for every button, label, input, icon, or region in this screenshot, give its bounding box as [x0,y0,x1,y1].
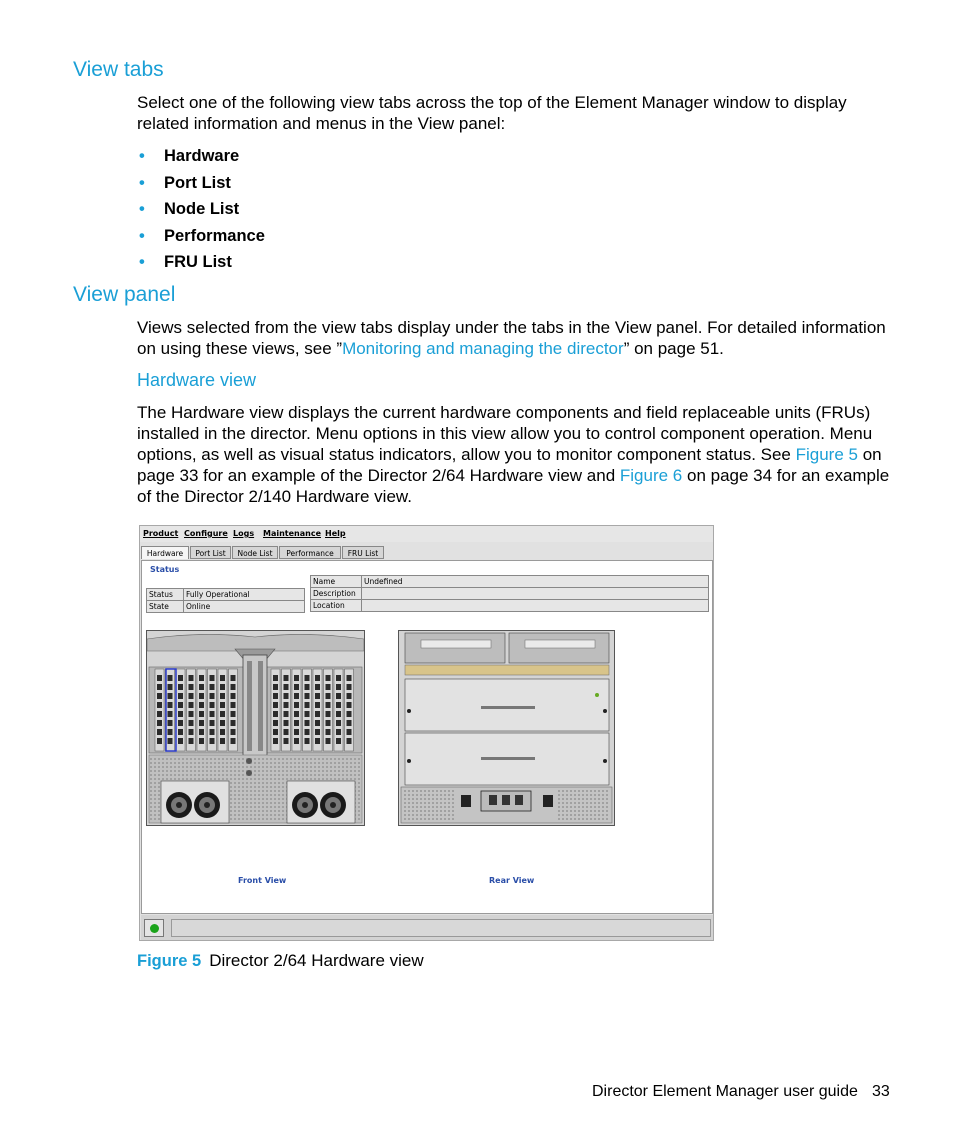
tab-hardware[interactable]: Hardware [141,546,189,559]
table-cell: Online [183,600,305,613]
footer-title: Director Element Manager user guide [592,1083,858,1100]
menu-bar: Product Configure Logs Maintenance Help [140,526,713,542]
table-cell: Undefined [361,575,709,588]
director-front-illustration [146,631,365,825]
list-item: • Port List [139,173,231,192]
view-tabs-intro: Select one of the following view tabs ac… [137,93,847,133]
menu-product[interactable]: Product [143,529,178,538]
table-row: State Online [146,600,305,613]
table-row: Name Undefined [310,575,709,588]
tab-port-list[interactable]: Port List [190,546,231,559]
status-led-icon [150,924,159,933]
table-cell [361,599,709,612]
table-cell: Location [310,599,362,612]
list-item: • FRU List [139,253,232,271]
list-item: • Hardware [139,147,240,165]
hardware-view-paragraph: The Hardware view displays the current h… [137,403,890,506]
list-item: • Performance [139,226,265,245]
section-heading-view-panel: View panel [73,283,176,306]
list-item: • Node List [139,200,240,218]
director-rear-illustration [399,631,614,825]
tab-performance[interactable]: Performance [279,546,341,559]
status-table: Status Fully Operational State Online [146,588,305,613]
table-row: Location [310,599,709,612]
rear-view-caption: Rear View [489,876,535,885]
table-row: Description [310,587,709,600]
table-cell: State [146,600,184,613]
identity-table: Name Undefined Description Location [310,575,709,612]
figure-caption: Figure 5 Director 2/64 Hardware view [137,951,424,971]
hardware-view-screenshot: Product Configure Logs Maintenance Help … [139,525,714,941]
menu-logs[interactable]: Logs [233,529,254,538]
status-bar [141,915,713,940]
view-panel: Status Status Fully Operational State On… [141,560,713,914]
subsection-heading-hardware-view: Hardware view [137,370,257,390]
table-row: Status Fully Operational [146,588,305,601]
section-heading-view-tabs: View tabs [73,58,164,81]
table-cell: Description [310,587,362,600]
table-cell: Name [310,575,362,588]
figure-label: Figure 5 [137,952,202,970]
menu-configure[interactable]: Configure [184,529,228,538]
status-led[interactable] [144,919,164,937]
tab-node-list[interactable]: Node List [232,546,278,559]
rear-view-panel[interactable] [398,630,615,826]
tab-fru-list[interactable]: FRU List [342,546,384,559]
table-cell: Fully Operational [183,588,305,601]
view-panel-paragraph: Views selected from the view tabs displa… [137,318,886,358]
page-number: 33 [872,1083,890,1100]
monitoring-link[interactable]: Monitoring and managing the director [342,339,624,358]
status-label: Status [150,565,180,574]
menu-help[interactable]: Help [325,529,346,538]
figure-caption-text: Director 2/64 Hardware view [209,951,424,970]
figure-5-link[interactable]: Figure 5 [796,445,858,464]
table-cell: Status [146,588,184,601]
menu-maintenance[interactable]: Maintenance [263,529,321,538]
view-tabs-list: • Hardware • Port List • Node List • Perform… [137,143,265,276]
figure-6-link[interactable]: Figure 6 [620,466,682,485]
front-view-panel[interactable] [146,630,365,826]
status-message-area [171,919,711,937]
front-view-caption: Front View [238,876,287,885]
table-cell [361,587,709,600]
